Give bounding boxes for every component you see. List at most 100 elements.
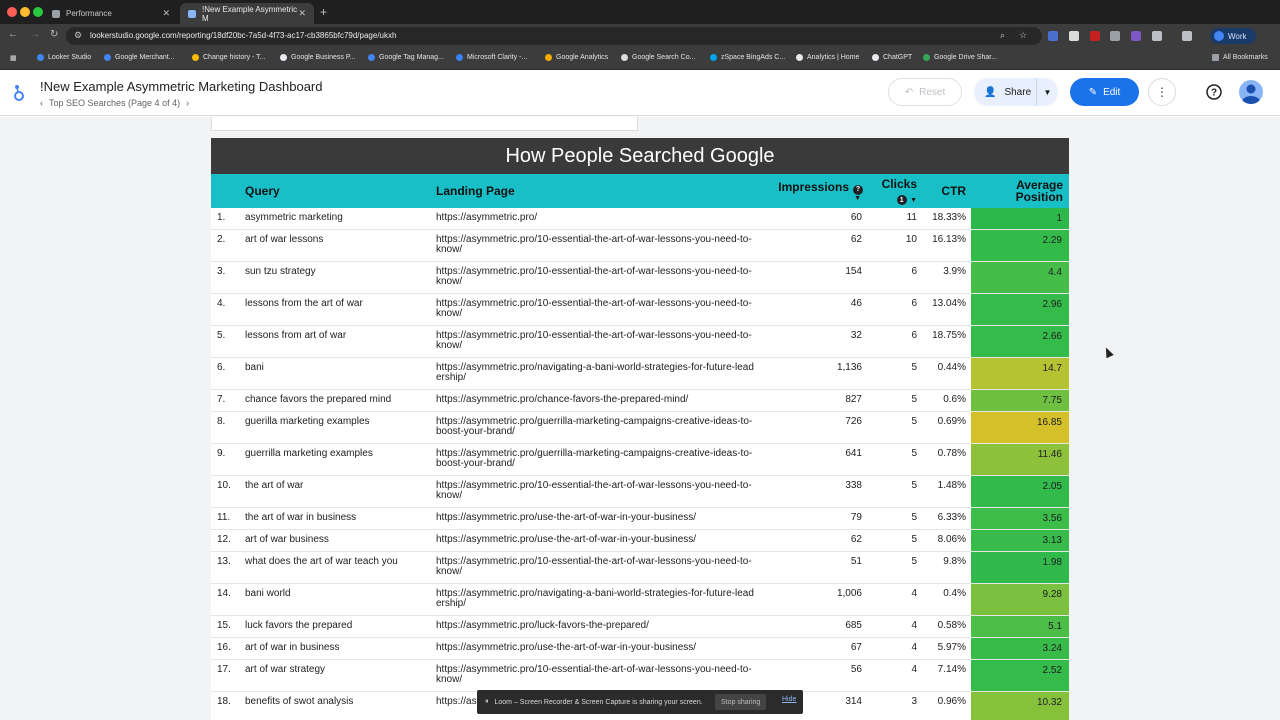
clicks-cell: 4: [911, 642, 917, 653]
col-header-clicks[interactable]: Clicks 1 ▼: [871, 174, 917, 208]
bookmark-item[interactable]: Google Business P...: [280, 54, 355, 61]
clicks-cell: 6: [911, 330, 917, 341]
table-row[interactable]: 16. art of war in business https://asymmet…: [211, 638, 1069, 660]
bookmark-label: Google Merchant...: [115, 54, 175, 61]
header-label: Landing Page: [436, 184, 515, 198]
col-header-query[interactable]: Query: [245, 174, 280, 208]
bookmark-item[interactable]: zSpace BingAds C...: [710, 54, 785, 61]
table-row[interactable]: 11. the art of war in business https://asy…: [211, 508, 1069, 530]
table-row[interactable]: 12. art of war business https://asymmetric…: [211, 530, 1069, 552]
row-index: 15.: [217, 620, 231, 631]
hide-link[interactable]: Hide: [782, 696, 796, 703]
table-row[interactable]: 15. luck favors the prepared https://asymm…: [211, 616, 1069, 638]
table-row[interactable]: 5. lessons from art of war https://asymmet…: [211, 326, 1069, 358]
info-icon[interactable]: 1: [896, 195, 907, 206]
page-navigator[interactable]: ‹ Top SEO Searches (Page 4 of 4) ›: [40, 98, 195, 108]
table-row[interactable]: 17. art of war strategy https://asymmetric…: [211, 660, 1069, 692]
average-position-cell: 7.75: [971, 390, 1069, 411]
reset-button[interactable]: ↶ Reset: [888, 78, 962, 106]
bookmark-item[interactable]: Looker Studio: [37, 54, 91, 61]
avatar[interactable]: [1239, 80, 1263, 104]
tab-performance[interactable]: Performance ✕: [44, 3, 178, 24]
tag-manager-icon: [368, 54, 375, 61]
bookmark-item[interactable]: Google Search Co...: [621, 54, 695, 61]
average-position-cell: 2.66: [971, 326, 1069, 357]
extension-badge-icon[interactable]: [1090, 31, 1100, 41]
address-bar[interactable]: ⚙ lookerstudio.google.com/reporting/18df…: [66, 27, 1042, 45]
back-icon[interactable]: ←: [8, 29, 18, 40]
next-page-icon[interactable]: ›: [186, 98, 189, 108]
table-row[interactable]: 13. what does the art of war teach you htt…: [211, 552, 1069, 584]
ctr-cell: 13.04%: [932, 298, 966, 309]
average-position-cell: 2.29: [971, 230, 1069, 261]
extension-grid-icon[interactable]: [1110, 31, 1120, 41]
site-info-icon[interactable]: ⚙: [74, 30, 82, 41]
close-tab-icon[interactable]: ✕: [298, 8, 306, 19]
sort-desc-icon[interactable]: ▼: [854, 195, 861, 202]
maximize-window-icon[interactable]: [33, 7, 43, 17]
impressions-cell: 685: [845, 620, 862, 631]
query-cell: lessons from art of war: [245, 330, 347, 341]
extension-icon[interactable]: [1048, 31, 1058, 41]
reload-icon[interactable]: ↻: [50, 29, 58, 40]
bookmark-item[interactable]: ChatGPT: [872, 54, 912, 61]
col-header-landing-page[interactable]: Landing Page: [436, 174, 515, 208]
tab-dashboard[interactable]: !New Example Asymmetric M ✕: [180, 3, 314, 24]
col-header-ctr[interactable]: CTR: [926, 174, 966, 208]
table-row[interactable]: 2. art of war lessons https://asymmetric.p…: [211, 230, 1069, 262]
table-row[interactable]: 7. chance favors the prepared mind https:/…: [211, 390, 1069, 412]
browser-tab-bar: Performance ✕ !New Example Asymmetric M …: [0, 0, 1280, 24]
bookmark-star-icon[interactable]: ☆: [1019, 30, 1027, 41]
extensions-puzzle-icon[interactable]: [1152, 31, 1162, 41]
col-header-impressions[interactable]: Impressions? ▼: [771, 174, 863, 208]
table-row[interactable]: 14. bani world https://asymmetric.pro/navi…: [211, 584, 1069, 616]
sort-desc-icon[interactable]: ▼: [910, 197, 917, 204]
close-tab-icon[interactable]: ✕: [162, 8, 170, 19]
table-row[interactable]: 1. asymmetric marketing https://asymmetric…: [211, 208, 1069, 230]
bookmark-item[interactable]: Analytics | Home: [796, 54, 859, 61]
bookmark-item[interactable]: Google Drive Shar...: [923, 54, 997, 61]
table-row[interactable]: 10. the art of war https://asymmetric.pro/…: [211, 476, 1069, 508]
table-row[interactable]: 4. lessons from the art of war https://asy…: [211, 294, 1069, 326]
clicks-cell: 4: [911, 620, 917, 631]
ctr-cell: 0.96%: [937, 696, 966, 707]
col-header-average-position[interactable]: Average Position: [991, 174, 1063, 208]
share-dropdown-icon[interactable]: ▼: [1036, 78, 1058, 106]
all-bookmarks[interactable]: All Bookmarks: [1212, 54, 1268, 61]
report-title[interactable]: !New Example Asymmetric Marketing Dashbo…: [40, 79, 323, 94]
bookmark-item[interactable]: Google Tag Manag...: [368, 54, 444, 61]
average-position-cell: 16.85: [971, 412, 1069, 443]
stop-sharing-button[interactable]: Stop sharing: [715, 694, 767, 710]
bookmark-label: Google Search Co...: [632, 54, 696, 61]
zoom-icon[interactable]: ⌕: [1000, 30, 1005, 41]
help-icon[interactable]: ?: [1202, 80, 1226, 104]
bookmark-item[interactable]: Google Analytics: [545, 54, 608, 61]
looker-studio-logo-icon[interactable]: [11, 84, 27, 102]
bookmark-item[interactable]: Change history - T...: [192, 54, 266, 61]
profile-work-button[interactable]: Work: [1210, 28, 1256, 44]
close-window-icon[interactable]: [7, 7, 17, 17]
side-panel-icon[interactable]: [1182, 31, 1192, 41]
forward-icon[interactable]: →: [30, 29, 40, 40]
average-position-cell: 2.52: [971, 660, 1069, 691]
pause-icon[interactable]: ⏸: [485, 698, 489, 706]
edit-button[interactable]: ✎ Edit: [1070, 78, 1139, 106]
table-row[interactable]: 8. guerilla marketing examples https://asy…: [211, 412, 1069, 444]
table-row[interactable]: 6. bani https://asymmetric.pro/navigating-…: [211, 358, 1069, 390]
bookmark-item[interactable]: Google Merchant...: [104, 54, 175, 61]
extension-badge-icon[interactable]: [1131, 31, 1141, 41]
ctr-cell: 1.48%: [937, 480, 966, 491]
minimize-window-icon[interactable]: [20, 7, 30, 17]
more-options-icon[interactable]: ⋮: [1148, 78, 1176, 106]
table-row[interactable]: 9. guerrilla marketing examples https://as…: [211, 444, 1069, 476]
average-position-cell: 1: [971, 208, 1069, 229]
info-icon[interactable]: ?: [853, 184, 863, 195]
prev-page-icon[interactable]: ‹: [40, 98, 43, 108]
apps-grid-icon[interactable]: ▦: [10, 54, 17, 62]
bookmark-item[interactable]: Microsoft Clarity -...: [456, 54, 527, 61]
impressions-cell: 726: [845, 416, 862, 427]
table-row[interactable]: 3. sun tzu strategy https://asymmetric.pro…: [211, 262, 1069, 294]
share-button[interactable]: 👤 Share ▼: [974, 78, 1058, 106]
new-tab-icon[interactable]: +: [320, 5, 327, 19]
pen-extension-icon[interactable]: [1069, 31, 1079, 41]
